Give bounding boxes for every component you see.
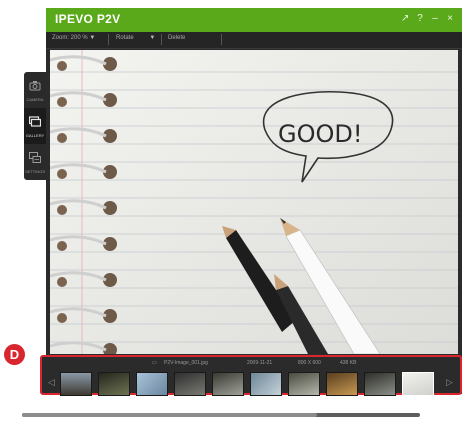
gallery-icon (29, 116, 41, 127)
delete-button[interactable]: Delete (168, 35, 185, 41)
help-icon[interactable]: ? (416, 13, 424, 25)
popout-icon[interactable]: ↗ (401, 13, 409, 25)
thumbnail[interactable] (326, 372, 358, 396)
thumbnail[interactable] (60, 372, 92, 396)
sidebar-item-label: CAMERA (26, 97, 44, 102)
sidebar-item-settings[interactable]: SETTINGS (24, 144, 46, 180)
settings-icon (29, 152, 41, 163)
minimize-icon[interactable]: – (431, 13, 439, 25)
sidebar: CAMERA GALLERY SETTINGS (24, 72, 46, 180)
divider (108, 34, 109, 45)
title-bar: IPEVO P2V ↗ ? – × (46, 8, 462, 32)
thumbnail[interactable] (136, 372, 168, 396)
thumbnail[interactable] (174, 372, 206, 396)
thumbnail[interactable] (364, 372, 396, 396)
scroll-thumb[interactable] (22, 413, 317, 417)
zoom-select[interactable]: Zoom: 200 % ▼ (52, 35, 95, 41)
close-icon[interactable]: × (446, 13, 454, 25)
notebook-photo: GOOD! (50, 50, 458, 354)
folder-icon[interactable]: ▭ (152, 360, 157, 366)
sidebar-item-camera[interactable]: CAMERA (24, 72, 46, 108)
app-title: IPEVO P2V (55, 12, 121, 26)
divider (221, 34, 222, 45)
speech-bubble-text: GOOD! (278, 120, 362, 148)
sidebar-item-gallery[interactable]: GALLERY (24, 108, 46, 144)
file-date: 2009-11-21 (247, 360, 273, 366)
thumbnail[interactable] (250, 372, 282, 396)
sidebar-item-label: GALLERY (25, 133, 45, 138)
camera-icon (29, 81, 41, 91)
toolbar: Zoom: 200 % ▼ Rotate ▼ Delete (46, 32, 462, 49)
thumbnail-selected[interactable] (402, 372, 434, 396)
file-info-bar: ▭ P2V-Image_001.jpg 2009-11-21 800 X 600… (42, 359, 460, 369)
divider (161, 34, 162, 45)
sidebar-item-label: SETTINGS (24, 169, 45, 174)
filmstrip-scrollbar[interactable] (22, 413, 420, 417)
rotate-select[interactable]: Rotate ▼ (116, 35, 155, 41)
file-name: P2V-Image_001.jpg (164, 360, 208, 366)
chevron-down-icon: ▼ (89, 35, 96, 41)
thumbnail[interactable] (98, 372, 130, 396)
file-size: 438 KB (340, 360, 357, 366)
window-controls: ↗ ? – × (401, 13, 454, 25)
callout-badge: D (4, 344, 25, 365)
rotate-label: Rotate (116, 35, 134, 41)
chevron-right-icon[interactable]: ▷ (446, 377, 453, 388)
zoom-label: Zoom: 200 % (52, 35, 88, 41)
image-viewer[interactable]: GOOD! (50, 50, 458, 354)
filmstrip-panel: ▭ P2V-Image_001.jpg 2009-11-21 800 X 600… (40, 355, 462, 396)
thumbnail[interactable] (212, 372, 244, 396)
file-resolution: 800 X 600 (298, 360, 321, 366)
chevron-down-icon: ▼ (149, 35, 156, 41)
thumbnail[interactable] (288, 372, 320, 396)
chevron-left-icon[interactable]: ◁ (48, 377, 55, 388)
